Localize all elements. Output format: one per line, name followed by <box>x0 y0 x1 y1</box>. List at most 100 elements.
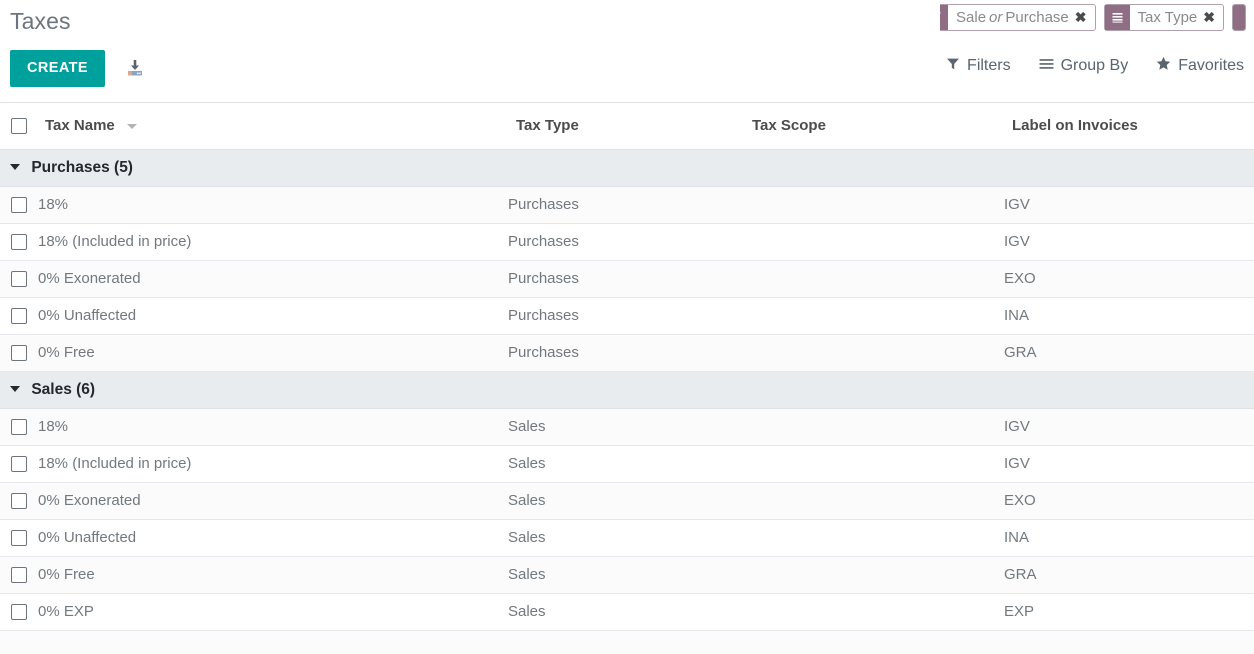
cell-tax-name: 0% EXP <box>38 593 508 630</box>
import-icon[interactable] <box>123 56 147 80</box>
cell-tax-scope <box>744 445 1004 482</box>
cell-tax-type: Sales <box>508 556 744 593</box>
group-header-sales[interactable]: Sales (6) <box>0 371 1254 408</box>
cell-label-on-invoices: IGV <box>1004 445 1254 482</box>
cell-tax-scope <box>744 260 1004 297</box>
table-row[interactable]: 18% (Included in price) Purchases IGV <box>0 223 1254 260</box>
table-row[interactable]: 18% Purchases IGV <box>0 186 1254 223</box>
table-row[interactable]: 0% Exonerated Purchases EXO <box>0 260 1254 297</box>
select-all-header <box>0 103 38 149</box>
search-facets: Sale or Purchase ✖ Tax Type ✖ <box>940 4 1254 38</box>
cell-tax-scope <box>744 408 1004 445</box>
row-checkbox[interactable] <box>11 456 27 472</box>
cell-tax-name: 0% Unaffected <box>38 297 508 334</box>
facet-sale-or-purchase[interactable]: Sale or Purchase ✖ <box>940 4 1096 31</box>
cell-tax-name: 18% <box>38 186 508 223</box>
table-body: Purchases (5) 18% Purchases IGV 18% (Inc… <box>0 149 1254 630</box>
column-header-tax-name-label: Tax Name <box>45 117 115 134</box>
cell-tax-scope <box>744 519 1004 556</box>
facet-tax-type-close-icon[interactable]: ✖ <box>1201 5 1223 30</box>
cell-tax-type: Purchases <box>508 223 744 260</box>
column-header-label-on-invoices[interactable]: Label on Invoices <box>1004 103 1254 149</box>
facet-tax-type[interactable]: Tax Type ✖ <box>1104 4 1225 31</box>
cell-tax-name: 0% Exonerated <box>38 260 508 297</box>
row-checkbox[interactable] <box>11 604 27 620</box>
cell-tax-scope <box>744 297 1004 334</box>
row-checkbox[interactable] <box>11 493 27 509</box>
table-row[interactable]: 0% Free Sales GRA <box>0 556 1254 593</box>
facet-sale-or-purchase-close-icon[interactable]: ✖ <box>1073 5 1095 30</box>
group-header-sales-label: Sales (6) <box>31 381 95 398</box>
row-select-cell <box>0 593 38 630</box>
star-icon <box>1156 56 1171 76</box>
cell-tax-name: 0% Free <box>38 556 508 593</box>
row-checkbox[interactable] <box>11 530 27 546</box>
row-checkbox[interactable] <box>11 567 27 583</box>
table-row[interactable]: 0% EXP Sales EXP <box>0 593 1254 630</box>
table-row[interactable]: 18% Sales IGV <box>0 408 1254 445</box>
group-header-row[interactable]: Purchases (5) <box>0 149 1254 186</box>
table-row[interactable]: 18% (Included in price) Sales IGV <box>0 445 1254 482</box>
group-toggle-caret-icon[interactable] <box>10 164 20 170</box>
cell-tax-type: Sales <box>508 408 744 445</box>
table-row[interactable]: 0% Unaffected Sales INA <box>0 519 1254 556</box>
column-header-tax-type[interactable]: Tax Type <box>508 103 744 149</box>
cell-tax-type: Purchases <box>508 334 744 371</box>
row-checkbox[interactable] <box>11 197 27 213</box>
cell-tax-scope <box>744 593 1004 630</box>
cell-label-on-invoices: IGV <box>1004 223 1254 260</box>
group-by-menu-label: Group By <box>1061 57 1129 75</box>
facet-overflow-partial[interactable] <box>1232 4 1246 31</box>
facet-sale-or-purchase-label: Sale or Purchase <box>948 5 1073 30</box>
group-by-menu[interactable]: Group By <box>1039 57 1129 76</box>
group-header-row[interactable]: Sales (6) <box>0 371 1254 408</box>
cell-tax-scope <box>744 482 1004 519</box>
row-checkbox[interactable] <box>11 345 27 361</box>
row-select-cell <box>0 334 38 371</box>
group-by-list-icon <box>1105 5 1130 30</box>
row-select-cell <box>0 297 38 334</box>
row-select-cell <box>0 519 38 556</box>
row-checkbox[interactable] <box>11 234 27 250</box>
column-header-tax-name[interactable]: Tax Name <box>38 103 508 149</box>
filter-funnel-icon <box>946 57 960 76</box>
row-checkbox[interactable] <box>11 271 27 287</box>
group-by-list-icon <box>1039 57 1054 76</box>
cell-label-on-invoices: IGV <box>1004 186 1254 223</box>
tax-table: Tax Name Tax Type Tax Scope Label on Inv… <box>0 103 1254 631</box>
tax-list-view: Tax Name Tax Type Tax Scope Label on Inv… <box>0 103 1254 654</box>
favorites-menu[interactable]: Favorites <box>1156 56 1244 76</box>
cell-label-on-invoices: INA <box>1004 519 1254 556</box>
group-header-purchases-label: Purchases (5) <box>31 159 133 176</box>
column-header-tax-scope-label: Tax Scope <box>752 117 826 134</box>
table-row[interactable]: 0% Exonerated Sales EXO <box>0 482 1254 519</box>
filters-menu-label: Filters <box>967 57 1011 75</box>
select-all-checkbox[interactable] <box>11 118 27 134</box>
cell-label-on-invoices: INA <box>1004 297 1254 334</box>
row-select-cell <box>0 482 38 519</box>
cell-tax-type: Sales <box>508 593 744 630</box>
column-header-tax-type-label: Tax Type <box>516 117 579 134</box>
group-header-purchases[interactable]: Purchases (5) <box>0 149 1254 186</box>
row-checkbox[interactable] <box>11 419 27 435</box>
filter-funnel-icon <box>940 5 948 30</box>
cell-tax-type: Sales <box>508 445 744 482</box>
table-row[interactable]: 0% Unaffected Purchases INA <box>0 297 1254 334</box>
favorites-menu-label: Favorites <box>1178 57 1244 75</box>
column-header-tax-scope[interactable]: Tax Scope <box>744 103 1004 149</box>
group-toggle-caret-icon[interactable] <box>10 386 20 392</box>
cell-tax-name: 0% Exonerated <box>38 482 508 519</box>
row-select-cell <box>0 408 38 445</box>
cell-tax-scope <box>744 223 1004 260</box>
cell-tax-name: 0% Unaffected <box>38 519 508 556</box>
filters-menu[interactable]: Filters <box>946 57 1011 76</box>
control-panel-buttons: CREATE <box>10 50 147 87</box>
row-select-cell <box>0 260 38 297</box>
row-checkbox[interactable] <box>11 308 27 324</box>
cell-tax-scope <box>744 334 1004 371</box>
row-select-cell <box>0 186 38 223</box>
table-row[interactable]: 0% Free Purchases GRA <box>0 334 1254 371</box>
breadcrumb[interactable]: Taxes <box>10 8 71 35</box>
cell-tax-name: 18% (Included in price) <box>38 445 508 482</box>
create-button[interactable]: CREATE <box>10 50 105 87</box>
